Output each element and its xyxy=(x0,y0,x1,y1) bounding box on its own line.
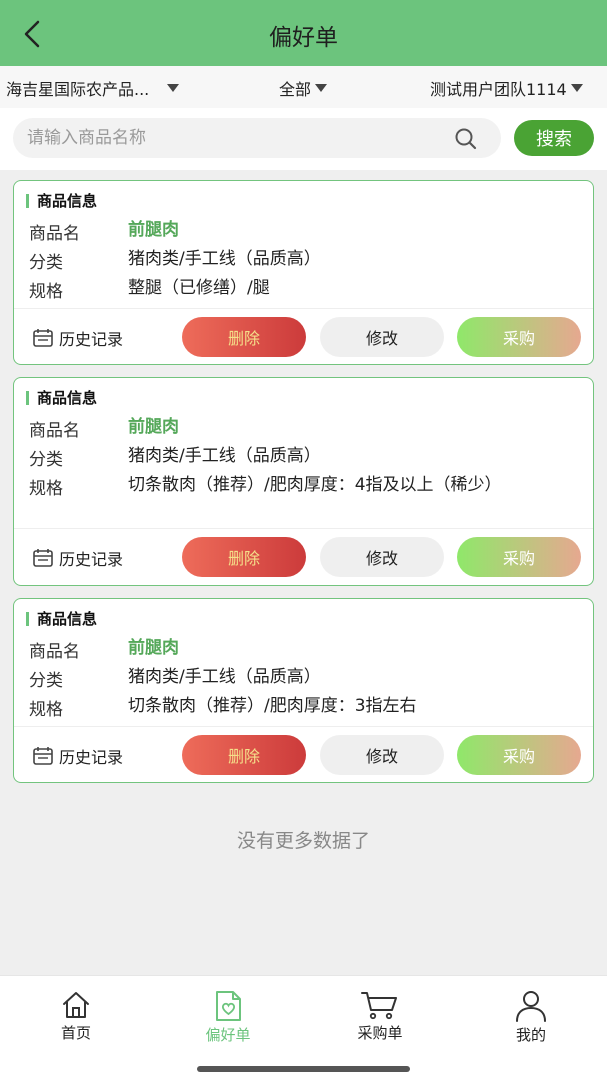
caret-down-icon xyxy=(167,84,180,92)
tab-preference-label: 偏好单 xyxy=(205,1026,251,1044)
card-section-title: 商品信息 xyxy=(37,610,98,628)
tab-purchase[interactable]: 采购单 xyxy=(330,990,430,1043)
history-label: 历史记录 xyxy=(59,748,124,767)
product-name-label: 商品名 xyxy=(29,421,80,441)
search-input[interactable] xyxy=(13,118,501,158)
category-value: 猪肉类/手工线（品质高） xyxy=(128,667,321,687)
section-accent-bar xyxy=(26,390,29,405)
spec-value: 整腿（已修缮）/腿 xyxy=(128,278,270,298)
edit-button[interactable]: 修改 xyxy=(320,317,444,357)
preference-card: 商品信息 商品名 前腿肉 分类 猪肉类/手工线（品质高） 规格 切条散肉（推荐）… xyxy=(13,598,594,783)
search-button[interactable]: 搜索 xyxy=(514,120,594,156)
category-label: 分类 xyxy=(29,450,63,470)
user-filter[interactable]: 测试用户团队1114 xyxy=(430,76,583,100)
home-indicator xyxy=(197,1066,410,1072)
tab-home[interactable]: 首页 xyxy=(26,990,126,1043)
preference-card: 商品信息 商品名 前腿肉 分类 猪肉类/手工线（品质高） 规格 整腿（已修缮）/… xyxy=(13,180,594,365)
preference-list-icon xyxy=(216,991,241,1021)
delete-button[interactable]: 删除 xyxy=(182,735,306,775)
caret-down-icon xyxy=(315,84,328,92)
product-name: 前腿肉 xyxy=(128,220,179,240)
spec-value: 切条散肉（推荐）/肥肉厚度：3指左右 xyxy=(128,696,417,716)
history-label: 历史记录 xyxy=(59,550,124,569)
calendar-icon xyxy=(33,549,53,567)
product-name: 前腿肉 xyxy=(128,638,179,658)
user-filter-label: 测试用户团队1114 xyxy=(430,80,567,99)
history-label: 历史记录 xyxy=(59,330,124,349)
no-more-data-text: 没有更多数据了 xyxy=(236,830,370,852)
tab-profile-label: 我的 xyxy=(515,1026,546,1044)
spec-label: 规格 xyxy=(29,479,63,499)
section-accent-bar xyxy=(26,611,29,626)
app-header: 偏好单 xyxy=(0,0,607,66)
spec-value: 切条散肉（推荐）/肥肉厚度：4指及以上（稀少） xyxy=(128,475,502,495)
home-icon xyxy=(63,992,89,1018)
card-section-header: 商品信息 xyxy=(26,608,97,629)
category-value: 猪肉类/手工线（品质高） xyxy=(128,249,321,269)
product-name-label: 商品名 xyxy=(29,224,80,244)
edit-button[interactable]: 修改 xyxy=(320,537,444,577)
card-divider xyxy=(14,726,593,727)
product-name: 前腿肉 xyxy=(128,417,179,437)
tab-profile[interactable]: 我的 xyxy=(481,990,581,1045)
filter-bar: 海吉星国际农产品... 全部 测试用户团队1114 xyxy=(0,66,607,108)
card-section-title: 商品信息 xyxy=(37,192,98,210)
edit-button[interactable]: 修改 xyxy=(320,735,444,775)
history-button[interactable]: 历史记录 xyxy=(33,326,123,350)
tab-home-label: 首页 xyxy=(60,1024,91,1042)
calendar-icon xyxy=(33,329,53,347)
section-accent-bar xyxy=(26,193,29,208)
calendar-icon xyxy=(33,747,53,765)
purchase-button[interactable]: 采购 xyxy=(457,537,581,577)
card-divider xyxy=(14,528,593,529)
cart-icon xyxy=(361,992,397,1020)
caret-down-icon xyxy=(570,84,583,92)
category-filter-label: 全部 xyxy=(279,80,312,99)
spec-label: 规格 xyxy=(29,700,63,720)
history-button[interactable]: 历史记录 xyxy=(33,744,123,768)
purchase-button[interactable]: 采购 xyxy=(457,317,581,357)
delete-button[interactable]: 删除 xyxy=(182,317,306,357)
person-icon xyxy=(516,991,546,1022)
card-divider xyxy=(14,308,593,309)
page-title: 偏好单 xyxy=(269,25,338,51)
product-name-label: 商品名 xyxy=(29,642,80,662)
card-section-header: 商品信息 xyxy=(26,387,97,408)
market-filter[interactable]: 海吉星国际农产品... xyxy=(6,76,180,100)
tab-preference[interactable]: 偏好单 xyxy=(178,990,278,1045)
category-filter[interactable]: 全部 xyxy=(279,76,328,100)
category-label: 分类 xyxy=(29,671,63,691)
card-section-title: 商品信息 xyxy=(37,389,98,407)
category-value: 猪肉类/手工线（品质高） xyxy=(128,446,321,466)
search-icon[interactable] xyxy=(453,126,479,152)
bottom-tab-bar: 首页 偏好单 采购单 我的 xyxy=(0,975,607,1080)
delete-button[interactable]: 删除 xyxy=(182,537,306,577)
tab-purchase-label: 采购单 xyxy=(357,1024,403,1042)
purchase-button[interactable]: 采购 xyxy=(457,735,581,775)
preference-card: 商品信息 商品名 前腿肉 分类 猪肉类/手工线（品质高） 规格 切条散肉（推荐）… xyxy=(13,377,594,586)
market-filter-label: 海吉星国际农产品... xyxy=(6,80,150,99)
spec-label: 规格 xyxy=(29,282,63,302)
category-label: 分类 xyxy=(29,253,63,273)
card-section-header: 商品信息 xyxy=(26,190,97,211)
history-button[interactable]: 历史记录 xyxy=(33,546,123,570)
